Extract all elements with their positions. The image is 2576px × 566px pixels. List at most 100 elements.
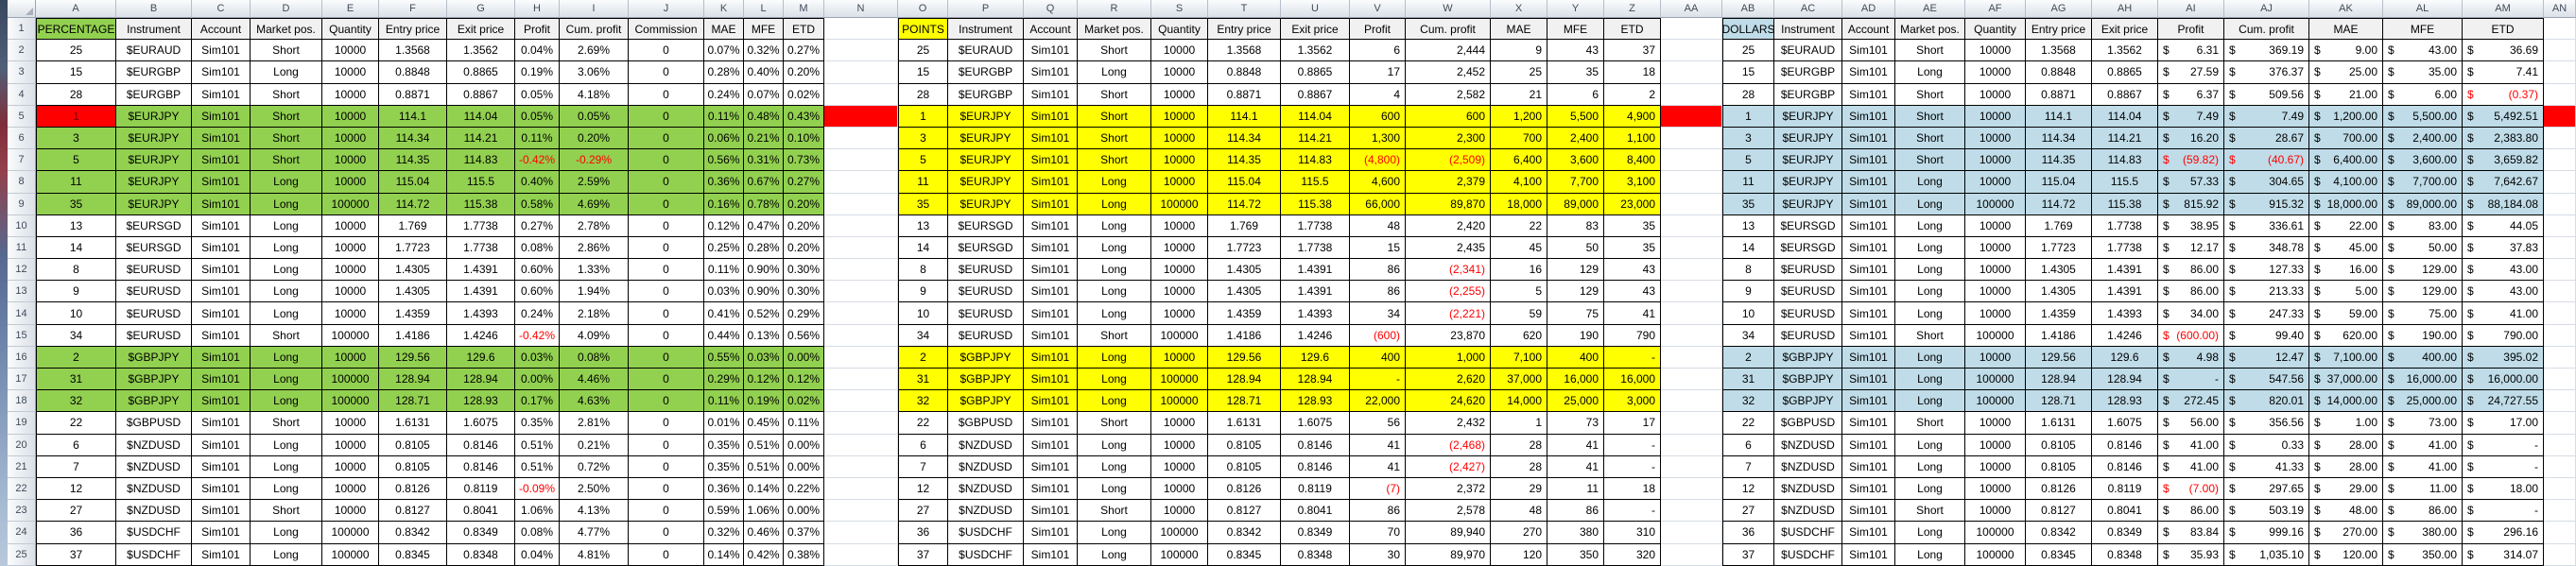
cell-AN4[interactable] (2544, 83, 2576, 106)
cell-AJ5[interactable]: $7.49 (2224, 105, 2309, 128)
cell-AF5[interactable]: 10000 (1965, 105, 2026, 128)
cell-R14[interactable]: Long (1078, 302, 1151, 325)
cell-F2[interactable]: 1.3568 (379, 40, 447, 62)
cell-P12[interactable]: $EURUSD (948, 259, 1024, 282)
cell-AL10[interactable]: $83.00 (2383, 214, 2463, 237)
cell-AK5[interactable]: $1,200.00 (2309, 105, 2383, 128)
cell-AH15[interactable]: 1.4246 (2092, 324, 2158, 347)
cell-G7[interactable]: 114.83 (447, 149, 515, 172)
cell-AE22[interactable]: Long (1895, 477, 1965, 501)
cell-AH4[interactable]: 0.8867 (2092, 83, 2158, 106)
cell-W12[interactable]: (2,341) (1406, 259, 1491, 282)
cell-B24[interactable]: $USDCHF (116, 522, 192, 544)
cell-B9[interactable]: $EURJPY (116, 193, 192, 215)
cell-F5[interactable]: 114.1 (379, 105, 447, 128)
cell-Y2[interactable]: 43 (1547, 40, 1604, 62)
cell-J21[interactable]: 0 (629, 455, 704, 478)
cell-AG18[interactable]: 128.71 (2026, 390, 2092, 413)
cell-AB8[interactable]: 11 (1722, 171, 1774, 194)
column-header-R[interactable]: R (1078, 0, 1151, 18)
cell-S17[interactable]: 100000 (1151, 369, 1208, 391)
cell-F8[interactable]: 115.04 (379, 171, 447, 194)
cell-A3[interactable]: 15 (36, 61, 116, 84)
cell-J22[interactable]: 0 (629, 477, 704, 501)
cell-AD12[interactable]: Sim101 (1842, 259, 1895, 282)
cell-J6[interactable]: 0 (629, 127, 704, 150)
cell-J16[interactable]: 0 (629, 346, 704, 369)
cell-L1[interactable]: MFE (744, 18, 784, 41)
cell-J8[interactable]: 0 (629, 171, 704, 194)
cell-AL15[interactable]: $190.00 (2383, 324, 2463, 347)
cell-B25[interactable]: $USDCHF (116, 543, 192, 566)
cell-AG5[interactable]: 114.1 (2026, 105, 2092, 128)
cell-G18[interactable]: 128.93 (447, 390, 515, 413)
cell-AH24[interactable]: 0.8349 (2092, 522, 2158, 544)
cell-U25[interactable]: 0.8348 (1281, 543, 1350, 566)
cell-G22[interactable]: 0.8119 (447, 477, 515, 501)
cell-P11[interactable]: $EURSGD (948, 236, 1024, 260)
cell-F11[interactable]: 1.7723 (379, 236, 447, 260)
cell-H24[interactable]: 0.08% (515, 522, 560, 544)
cell-O10[interactable]: 13 (898, 214, 948, 237)
cell-U8[interactable]: 115.5 (1281, 171, 1350, 194)
cell-O24[interactable]: 36 (898, 522, 948, 544)
cell-R6[interactable]: Short (1078, 127, 1151, 150)
cell-Z9[interactable]: 23,000 (1604, 193, 1661, 215)
cell-M17[interactable]: 0.12% (784, 369, 824, 391)
cell-I19[interactable]: 2.81% (560, 412, 629, 435)
cell-X17[interactable]: 37,000 (1491, 369, 1547, 391)
cell-N10[interactable] (824, 214, 898, 237)
cell-J1[interactable]: Commission (629, 18, 704, 41)
cell-M25[interactable]: 0.38% (784, 543, 824, 566)
cell-O21[interactable]: 7 (898, 455, 948, 478)
cell-E9[interactable]: 100000 (322, 193, 379, 215)
cell-E14[interactable]: 10000 (322, 302, 379, 325)
cell-W4[interactable]: 2,582 (1406, 83, 1491, 106)
cell-B2[interactable]: $EURAUD (116, 40, 192, 62)
cell-G5[interactable]: 114.04 (447, 105, 515, 128)
cell-S19[interactable]: 10000 (1151, 412, 1208, 435)
cell-K8[interactable]: 0.36% (704, 171, 744, 194)
cell-AF15[interactable]: 100000 (1965, 324, 2026, 347)
cell-T24[interactable]: 0.8342 (1208, 522, 1281, 544)
cell-AM24[interactable]: $296.16 (2463, 522, 2544, 544)
cell-AH17[interactable]: 128.94 (2092, 369, 2158, 391)
cell-G16[interactable]: 129.6 (447, 346, 515, 369)
cell-I17[interactable]: 4.46% (560, 369, 629, 391)
cell-AA22[interactable] (1661, 477, 1722, 501)
cell-AM16[interactable]: $395.02 (2463, 346, 2544, 369)
cell-G10[interactable]: 1.7738 (447, 214, 515, 237)
cell-N11[interactable] (824, 236, 898, 260)
cell-AE18[interactable]: Long (1895, 390, 1965, 413)
cell-G1[interactable]: Exit price (447, 18, 515, 41)
cell-L3[interactable]: 0.40% (744, 61, 784, 84)
cell-AF23[interactable]: 10000 (1965, 500, 2026, 523)
cell-B20[interactable]: $NZDUSD (116, 434, 192, 456)
cell-AK16[interactable]: $7,100.00 (2309, 346, 2383, 369)
cell-W9[interactable]: 89,870 (1406, 193, 1491, 215)
column-header-AG[interactable]: AG (2026, 0, 2092, 18)
cell-I11[interactable]: 2.86% (560, 236, 629, 260)
cell-AJ14[interactable]: $247.33 (2224, 302, 2309, 325)
cell-AE16[interactable]: Long (1895, 346, 1965, 369)
cell-AF7[interactable]: 10000 (1965, 149, 2026, 172)
cell-AH12[interactable]: 1.4391 (2092, 259, 2158, 282)
cell-V17[interactable]: - (1350, 369, 1406, 391)
cell-A23[interactable]: 27 (36, 500, 116, 523)
cell-V7[interactable]: (4,800) (1350, 149, 1406, 172)
cell-AD2[interactable]: Sim101 (1842, 40, 1895, 62)
cell-Q20[interactable]: Sim101 (1024, 434, 1078, 456)
cell-O6[interactable]: 3 (898, 127, 948, 150)
column-header-W[interactable]: W (1406, 0, 1491, 18)
row-header-16[interactable]: 16 (8, 346, 36, 369)
cell-V11[interactable]: 15 (1350, 236, 1406, 260)
cell-A14[interactable]: 10 (36, 302, 116, 325)
cell-T12[interactable]: 1.4305 (1208, 259, 1281, 282)
cell-O9[interactable]: 35 (898, 193, 948, 215)
cell-AC4[interactable]: $EURGBP (1774, 83, 1842, 106)
cell-V16[interactable]: 400 (1350, 346, 1406, 369)
cell-I13[interactable]: 1.94% (560, 281, 629, 303)
column-header-AL[interactable]: AL (2383, 0, 2463, 18)
cell-X8[interactable]: 4,100 (1491, 171, 1547, 194)
cell-AJ21[interactable]: $41.33 (2224, 455, 2309, 478)
